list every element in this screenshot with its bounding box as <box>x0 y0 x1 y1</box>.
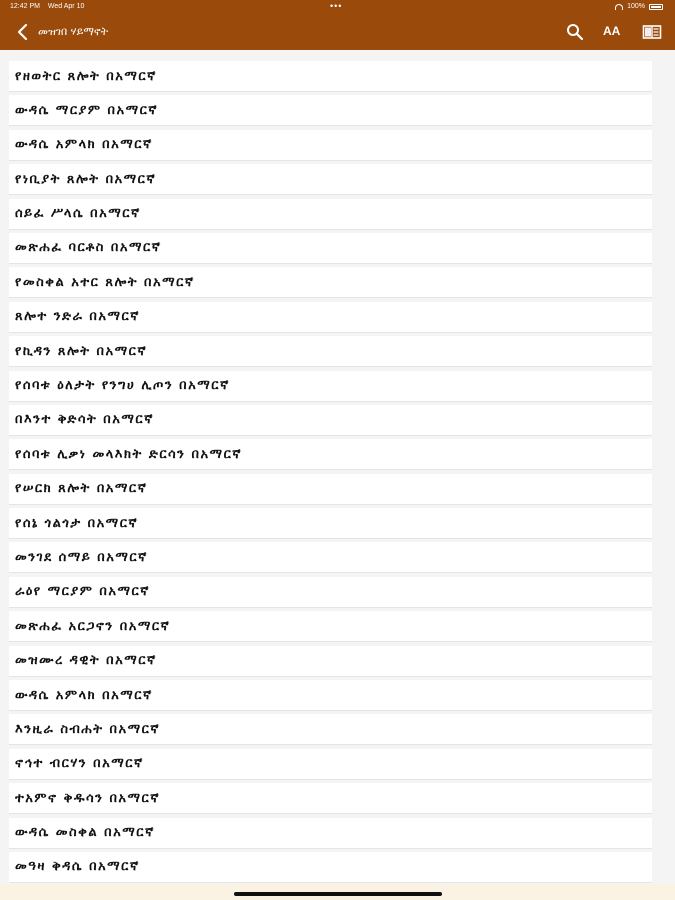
list-item-label: ውዳሴ ማርያም በአማርኛ <box>15 102 159 118</box>
reader-button[interactable] <box>642 22 662 42</box>
list-item-label: ውዳሴ አምላክ በአማርኛ <box>15 687 153 703</box>
wifi-icon <box>615 3 624 10</box>
list-item-label: መዝሙረ ዳዊት በአማርኛ <box>15 653 157 669</box>
status-bar: 12:42 PM Wed Apr 10 ••• 100% <box>0 0 675 14</box>
list-item[interactable]: የሰባቱ ሊቃነ መላእክት ድርሳን በአማርኛ <box>9 439 652 471</box>
list-item-label: ውዳሴ አምላክ በአማርኛ <box>15 137 153 153</box>
list-item-label: የኪዳን ጸሎት በአማርኛ <box>15 343 148 359</box>
list-item-label: መዓዛ ቅዳሴ በአማርኛ <box>15 859 140 875</box>
list-item[interactable]: የነቢያት ጸሎት በአማርኛ <box>9 164 652 196</box>
status-left: 12:42 PM Wed Apr 10 <box>10 3 90 10</box>
list-item-label: ሰይፈ ሥላሴ በአማርኛ <box>15 206 141 222</box>
list-item-label: እንዚራ ስብሐት በአማርኛ <box>15 721 161 737</box>
list-item-label: የዘወትር ጸሎት በአማርኛ <box>15 68 157 84</box>
list-item-label: በእንተ ቅድሳት በአማርኛ <box>15 412 154 428</box>
book-icon <box>642 25 662 39</box>
search-icon <box>567 24 584 41</box>
list-item[interactable]: ውዳሴ መስቀል በአማርኛ <box>9 817 652 849</box>
list-item[interactable]: መዝሙረ ዳዊት በአማርኛ <box>9 645 652 677</box>
list-item[interactable]: መዓዛ ቅዳሴ በአማርኛ <box>9 851 652 883</box>
list-item[interactable]: የዘወትር ጸሎት በአማርኛ <box>9 61 652 92</box>
list-item[interactable]: ውዳሴ ማርያም በአማርኛ <box>9 95 652 127</box>
list-item-label: የመስቀል አተር ጸሎት በአማርኛ <box>15 274 195 290</box>
prayer-list: የዘወትር ጸሎት በአማርኛ ውዳሴ ማርያም በአማርኛ ውዳሴ አምላክ … <box>9 61 652 886</box>
list-item-label: ኖኅተ ብርሃን በአማርኛ <box>15 756 144 772</box>
status-time: 12:42 PM <box>10 3 40 10</box>
list-item-label: የሰኔ ጎልጎታ በአማርኛ <box>15 515 139 531</box>
list-item[interactable]: ውዳሴ አምላክ በአማርኛ <box>9 129 652 161</box>
list-item[interactable]: መንገደ ሰማይ በአማርኛ <box>9 542 652 574</box>
multitasking-dots[interactable]: ••• <box>330 1 342 11</box>
navigation-bar: መዝገበ ሃይማኖት AA <box>0 14 675 50</box>
list-item[interactable]: ጸሎተ ንድራ በአማርኛ <box>9 301 652 333</box>
battery-icon <box>649 3 663 10</box>
search-button[interactable] <box>565 22 585 42</box>
list-item-label: ራዕየ ማርያም በአማርኛ <box>15 584 150 600</box>
list-item-label: የሠርክ ጸሎት በአማርኛ <box>15 481 148 497</box>
battery-percent: 100% <box>627 3 645 10</box>
list-item-label: የሰባቱ ዕለታት የንግሀ ሊጦን በአማርኛ <box>15 378 230 394</box>
list-item-label: መንገደ ሰማይ በአማርኛ <box>15 549 148 565</box>
list-item-label: መጽሐፈ ባርቶስ በአማርኛ <box>15 240 162 256</box>
list-item[interactable]: መጽሐፈ አርጋኖን በአማርኛ <box>9 611 652 643</box>
list-item[interactable]: መጽሐፈ ባርቶስ በአማርኛ <box>9 232 652 264</box>
list-item[interactable]: ሰይፈ ሥላሴ በአማርኛ <box>9 198 652 230</box>
list-item[interactable]: የኪዳን ጸሎት በአማርኛ <box>9 336 652 368</box>
list-item[interactable]: የሰኔ ጎልጎታ በአማርኛ <box>9 508 652 540</box>
list-item-label: ውዳሴ መስቀል በአማርኛ <box>15 825 155 841</box>
list-item-label: የነቢያት ጸሎት በአማርኛ <box>15 171 157 187</box>
list-item[interactable]: እንዚራ ስብሐት በአማርኛ <box>9 714 652 746</box>
list-item[interactable]: የሰባቱ ዕለታት የንግሀ ሊጦን በአማርኛ <box>9 370 652 402</box>
list-item[interactable]: የሠርክ ጸሎት በአማርኛ <box>9 473 652 505</box>
list-item[interactable]: ራዕየ ማርያም በአማርኛ <box>9 576 652 608</box>
list-item[interactable]: በእንተ ቅድሳት በአማርኛ <box>9 404 652 436</box>
list-item-label: ጸሎተ ንድራ በአማርኛ <box>15 309 140 325</box>
chevron-left-icon <box>17 23 28 41</box>
status-date: Wed Apr 10 <box>47 3 85 10</box>
list-item-label: የሰባቱ ሊቃነ መላእክት ድርሳን በአማርኛ <box>15 446 243 462</box>
list-item[interactable]: ውዳሴ አምላክ በአማርኛ <box>9 680 652 712</box>
list-item[interactable]: ኖኅተ ብርሃን በአማርኛ <box>9 748 652 780</box>
font-size-button[interactable]: AA <box>603 24 623 44</box>
back-button[interactable] <box>14 22 32 42</box>
home-indicator[interactable] <box>234 892 442 896</box>
list-item[interactable]: የመስቀል አተር ጸሎት በአማርኛ <box>9 267 652 299</box>
status-right: 100% <box>615 3 663 10</box>
list-item[interactable]: ተአምኖ ቅዱሳን በአማርኛ <box>9 783 652 815</box>
page-title: መዝገበ ሃይማኖት <box>38 25 109 38</box>
list-item-label: መጽሐፈ አርጋኖን በአማርኛ <box>15 618 171 634</box>
list-item-label: ተአምኖ ቅዱሳን በአማርኛ <box>15 790 161 806</box>
